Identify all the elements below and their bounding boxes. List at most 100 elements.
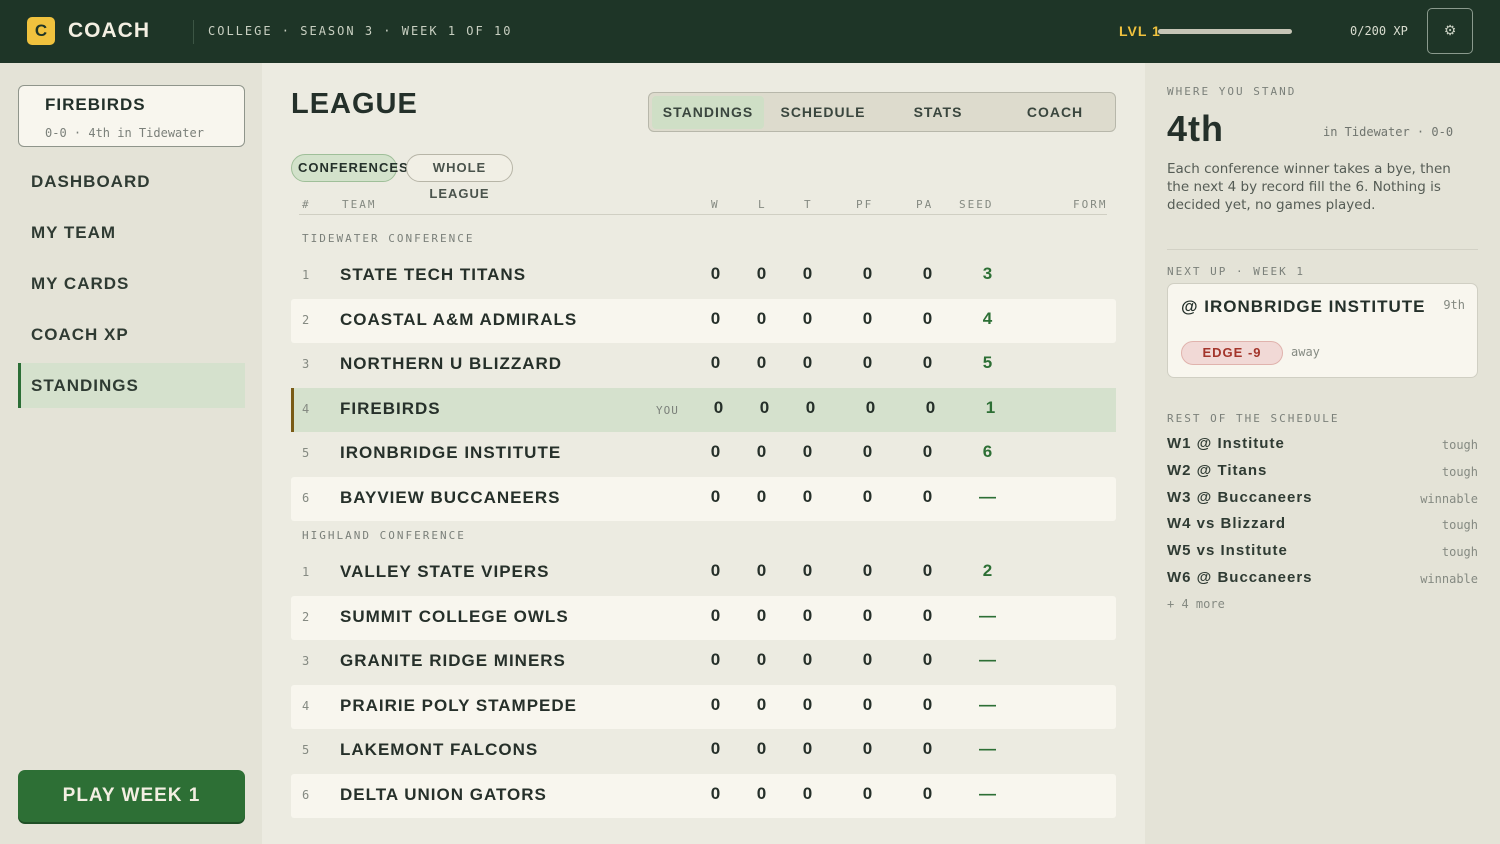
table-row[interactable]: 4 PRAIRIE POLY STAMPEDE 0 0 0 0 0 — bbox=[291, 684, 1116, 729]
row-seed: 4 bbox=[982, 308, 994, 328]
more-games-link[interactable]: + 4 more bbox=[1167, 597, 1225, 611]
row-team-name: NORTHERN U BLIZZARD bbox=[340, 354, 563, 374]
schedule-item[interactable]: W5 vs Institute tough bbox=[1167, 540, 1478, 562]
row-seed: — bbox=[979, 487, 997, 506]
row-rank: 6 bbox=[302, 491, 310, 505]
row-seed: 5 bbox=[982, 353, 994, 373]
table-row[interactable]: 6 BAYVIEW BUCCANEERS 0 0 0 0 0 — bbox=[291, 477, 1116, 521]
table-row[interactable]: 1 STATE TECH TITANS 0 0 0 0 0 3 bbox=[291, 254, 1116, 298]
xp-progress-bar bbox=[1158, 29, 1292, 34]
gear-icon: ⚙ bbox=[1443, 23, 1457, 39]
row-pa: 0 bbox=[922, 561, 934, 580]
row-t: 0 bbox=[802, 487, 814, 506]
row-team-name: FIREBIRDS bbox=[340, 398, 441, 418]
tab-standings[interactable]: STANDINGS bbox=[652, 96, 764, 129]
conference-rank-sub: in Tidewater · 0-0 bbox=[1323, 125, 1454, 139]
schedule-game: W4 vs Blizzard bbox=[1167, 515, 1287, 533]
row-seed: — bbox=[979, 784, 997, 803]
schedule-difficulty: tough bbox=[1441, 518, 1478, 533]
row-l: 0 bbox=[756, 561, 768, 580]
row-seed: — bbox=[979, 650, 997, 670]
row-rank: 3 bbox=[302, 357, 310, 372]
tab-stats[interactable]: STATS bbox=[882, 96, 994, 129]
row-w: 0 bbox=[710, 264, 722, 283]
settings-button[interactable]: ⚙ bbox=[1427, 8, 1473, 54]
table-row[interactable]: 6 DELTA UNION GATORS 0 0 0 0 0 — bbox=[291, 774, 1116, 818]
row-w: 0 bbox=[710, 561, 722, 580]
schedule-item[interactable]: W3 @ Buccaneers winnable bbox=[1167, 487, 1478, 509]
tab-coach[interactable]: COACH bbox=[999, 96, 1111, 129]
row-t: 0 bbox=[802, 353, 814, 373]
row-team-name: STATE TECH TITANS bbox=[340, 265, 527, 284]
row-pf: 0 bbox=[862, 353, 874, 373]
schedule-difficulty: tough bbox=[1441, 438, 1478, 452]
table-row[interactable]: 3 GRANITE RIDGE MINERS 0 0 0 0 0 — bbox=[291, 640, 1116, 684]
row-l: 0 bbox=[756, 353, 768, 373]
table-row[interactable]: 1 VALLEY STATE VIPERS 0 0 0 0 0 2 bbox=[291, 551, 1116, 595]
schedule-difficulty: winnable bbox=[1420, 491, 1478, 506]
row-pa: 0 bbox=[922, 650, 934, 670]
row-seed: — bbox=[979, 694, 997, 714]
row-w: 0 bbox=[710, 442, 722, 462]
sidebar-item-dashboard[interactable]: DASHBOARD bbox=[18, 159, 245, 204]
row-t: 0 bbox=[802, 739, 814, 759]
schedule-item[interactable]: W2 @ Titans tough bbox=[1167, 460, 1478, 482]
team-card-name: FIREBIRDS bbox=[45, 95, 146, 114]
row-w: 0 bbox=[710, 605, 722, 625]
row-pf: 0 bbox=[862, 605, 874, 625]
sidebar-item-coach-xp[interactable]: COACH XP bbox=[18, 312, 245, 357]
table-row[interactable]: 2 COASTAL A&M ADMIRALS 0 0 0 0 0 4 bbox=[291, 298, 1116, 343]
sidebar-item-standings[interactable]: STANDINGS bbox=[18, 363, 245, 408]
row-t: 0 bbox=[802, 650, 814, 670]
row-team-name: PRAIRIE POLY STAMPEDE bbox=[340, 695, 578, 715]
row-pf: 0 bbox=[862, 487, 874, 506]
play-week-button[interactable]: PLAY WEEK 1 bbox=[18, 770, 245, 822]
top-divider bbox=[193, 20, 194, 44]
table-row-you[interactable]: 4 FIREBIRDS YOU 0 0 0 0 0 1 bbox=[291, 387, 1116, 432]
header-divider bbox=[299, 214, 1107, 215]
next-game-card[interactable]: @ IRONBRIDGE INSTITUTE 9th EDGE -9 away bbox=[1167, 283, 1478, 378]
view-chip-whole-league[interactable]: WHOLE LEAGUE bbox=[406, 154, 513, 201]
panel-divider bbox=[1167, 249, 1478, 250]
tab-schedule[interactable]: SCHEDULE bbox=[767, 96, 879, 129]
app-logo-icon: C bbox=[27, 17, 55, 45]
view-chip-conferences[interactable]: CONFERENCES bbox=[291, 154, 408, 182]
table-row[interactable]: 5 LAKEMONT FALCONS 0 0 0 0 0 — bbox=[291, 729, 1116, 773]
row-pf: 0 bbox=[862, 694, 874, 714]
row-pa: 0 bbox=[922, 264, 934, 283]
row-pf: 0 bbox=[862, 561, 874, 580]
row-seed: 3 bbox=[982, 264, 994, 283]
row-t: 0 bbox=[802, 784, 814, 803]
page-title: LEAGUE bbox=[291, 88, 418, 120]
row-pa: 0 bbox=[922, 784, 934, 803]
sidebar-item-my-cards[interactable]: MY CARDS bbox=[18, 261, 245, 306]
schedule-difficulty: tough bbox=[1441, 464, 1478, 479]
where-you-stand-label: WHERE YOU STAND bbox=[1167, 85, 1297, 98]
team-card[interactable]: FIREBIRDS 0-0 · 4th in Tidewater bbox=[18, 85, 245, 147]
row-seed: 6 bbox=[982, 442, 994, 462]
schedule-item[interactable]: W1 @ Institute tough bbox=[1167, 433, 1478, 455]
next-opponent-rank: 9th bbox=[1443, 298, 1465, 312]
row-rank: 2 bbox=[302, 312, 310, 327]
row-pa: 0 bbox=[922, 694, 934, 714]
column-header-w: W bbox=[711, 198, 720, 211]
row-rank: 5 bbox=[302, 446, 310, 461]
row-l: 0 bbox=[756, 264, 768, 283]
sidebar-item-my-team[interactable]: MY TEAM bbox=[18, 210, 245, 255]
schedule-item[interactable]: W4 vs Blizzard tough bbox=[1167, 513, 1478, 535]
row-w: 0 bbox=[710, 650, 722, 670]
table-row[interactable]: 3 NORTHERN U BLIZZARD 0 0 0 0 0 5 bbox=[291, 343, 1116, 387]
game-location: away bbox=[1291, 345, 1320, 359]
rest-of-schedule-label: REST OF THE SCHEDULE bbox=[1167, 412, 1340, 425]
row-team-name: BAYVIEW BUCCANEERS bbox=[340, 488, 561, 507]
row-l: 0 bbox=[756, 784, 768, 803]
row-pf: 0 bbox=[865, 397, 877, 417]
table-row[interactable]: 2 SUMMIT COLLEGE OWLS 0 0 0 0 0 — bbox=[291, 595, 1116, 640]
column-header-form: FORM bbox=[1073, 198, 1108, 211]
row-rank: 1 bbox=[302, 268, 310, 282]
row-pf: 0 bbox=[862, 739, 874, 759]
schedule-item[interactable]: W6 @ Buccaneers winnable bbox=[1167, 567, 1478, 589]
table-row[interactable]: 5 IRONBRIDGE INSTITUTE 0 0 0 0 0 6 bbox=[291, 432, 1116, 476]
row-pf: 0 bbox=[862, 784, 874, 803]
column-header-pf: PF bbox=[856, 198, 874, 211]
